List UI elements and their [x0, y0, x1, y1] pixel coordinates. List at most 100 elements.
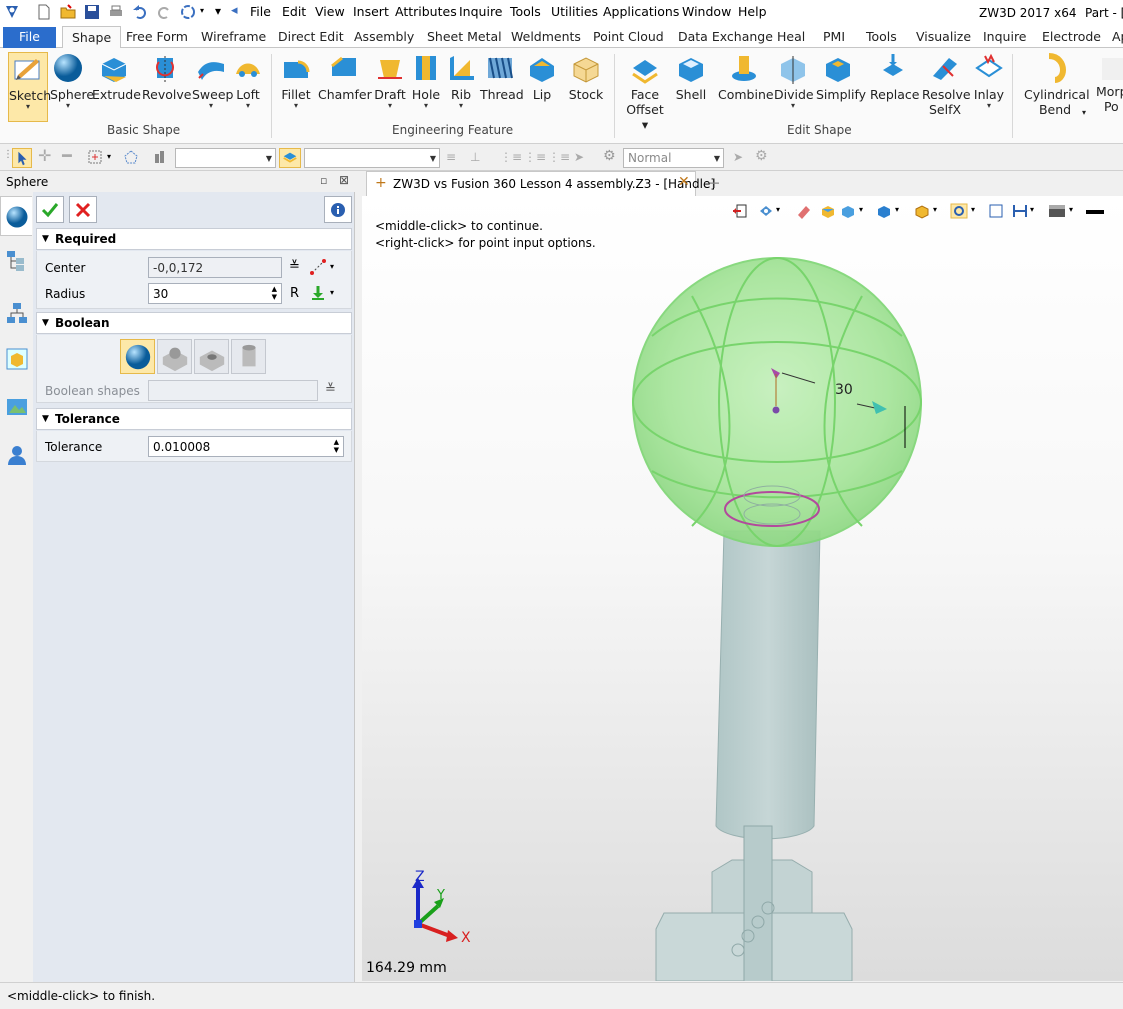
tab-assembly[interactable]: Assembly — [354, 29, 414, 44]
pick-select-icon[interactable] — [12, 148, 32, 168]
boolean-shapes-field[interactable] — [148, 380, 318, 401]
revolve-button[interactable]: Revolve — [142, 52, 191, 102]
filter-combo[interactable]: ▼ — [175, 148, 276, 168]
document-tab[interactable]: + ZW3D vs Fusion 360 Lesson 4 assembly.Z… — [366, 171, 715, 196]
tab-free-form[interactable]: Free Form — [126, 29, 188, 44]
resource-icon[interactable] — [6, 396, 28, 418]
polygon-select-icon[interactable] — [124, 150, 138, 164]
handle-rod[interactable] — [715, 530, 821, 840]
resolve-selfx-button[interactable]: Resolve SelfX — [922, 52, 971, 117]
tab-shape[interactable]: Shape — [62, 26, 122, 49]
face-offset-button[interactable]: Face Offset ▾ — [622, 52, 668, 132]
tab-ap[interactable]: Ap — [1112, 29, 1123, 44]
sketch-button[interactable]: Sketch ▾ — [8, 52, 51, 122]
tab-visualize[interactable]: Visualize — [916, 29, 971, 44]
center-field[interactable]: -0,0,172 — [148, 257, 282, 278]
hole-button[interactable]: Hole ▾ — [410, 52, 442, 110]
tab-wireframe[interactable]: Wireframe — [201, 29, 266, 44]
tolerance-spinner-icon[interactable]: ▲ ▼ — [334, 438, 339, 454]
boolean-shapes-expand-icon[interactable]: ≚ — [325, 382, 336, 397]
graphics-viewport[interactable]: ▾ ▾ ▾ ▾ ▾ ▾ ▾ <middle-click> to continue… — [362, 196, 1123, 981]
align-icon-2[interactable]: ⋮≡ — [524, 150, 546, 164]
tab-weldments[interactable]: Weldments — [511, 29, 581, 44]
tolerance-field[interactable]: 0.010008 ▲ ▼ — [148, 436, 344, 457]
loft-button[interactable]: Loft ▾ — [231, 52, 265, 110]
cylindrical-bend-button[interactable]: Cylindrical Bend ▾ — [1024, 52, 1090, 117]
menu-insert[interactable]: Insert — [353, 4, 389, 19]
sphere-preview[interactable] — [632, 257, 922, 547]
toolbar-disabled-icon-2[interactable]: ⊥ — [470, 150, 484, 164]
tab-inquire[interactable]: Inquire — [983, 29, 1027, 44]
chamfer-button[interactable]: Chamfer — [318, 52, 372, 102]
tab-direct-edit[interactable]: Direct Edit — [278, 29, 344, 44]
menu-inquire[interactable]: Inquire — [459, 4, 503, 19]
radius-field[interactable]: 30 ▲ ▼ — [148, 283, 282, 304]
tab-pmi[interactable]: PMI — [823, 29, 845, 44]
boolean-add-button[interactable] — [157, 339, 192, 374]
shape-filter-combo[interactable]: ▼ — [304, 148, 440, 168]
boolean-remove-button[interactable] — [194, 339, 229, 374]
tab-feature-panel[interactable] — [0, 196, 32, 236]
open-folder-icon[interactable] — [60, 4, 76, 20]
select-mode-dropdown-icon[interactable]: ▾ — [107, 152, 111, 161]
handle-base[interactable] — [655, 825, 853, 981]
lip-button[interactable]: Lip — [526, 52, 558, 102]
quick-access-dropdown-icon[interactable]: ▾ — [200, 6, 204, 15]
menu-edit[interactable]: Edit — [282, 4, 306, 19]
center-expand-icon[interactable]: ≚ — [289, 259, 300, 274]
tab-close-icon[interactable]: ✕ — [678, 174, 690, 190]
tab-file[interactable]: File — [3, 27, 56, 48]
boolean-intersect-button[interactable] — [231, 339, 266, 374]
add-filter-icon[interactable]: ✛ — [38, 146, 52, 165]
filter-icon[interactable] — [154, 150, 168, 164]
info-button[interactable] — [324, 196, 352, 223]
point-input-dropdown-icon[interactable]: ▾ — [330, 262, 334, 271]
refresh-icon[interactable] — [180, 4, 196, 20]
radius-reference-label[interactable]: R — [290, 286, 299, 301]
align-icon-3[interactable]: ⋮≡ — [548, 150, 570, 164]
tab-electrode[interactable]: Electrode — [1042, 29, 1101, 44]
customize-quick-access-icon[interactable]: ▾ — [215, 4, 221, 18]
undo-icon[interactable] — [132, 4, 148, 20]
fillet-button[interactable]: Fillet ▾ — [278, 52, 314, 110]
point-input-icon[interactable] — [310, 259, 326, 275]
section-boolean[interactable]: ▼ Boolean — [36, 312, 352, 334]
combine-button[interactable]: Combine — [718, 52, 774, 102]
radius-spinner-icon[interactable]: ▲ ▼ — [272, 285, 277, 301]
section-required[interactable]: ▼ Required — [36, 228, 352, 250]
toolbar-disabled-icon-1[interactable]: ≡ — [446, 150, 460, 164]
menu-view[interactable]: View — [315, 4, 345, 19]
morph-button[interactable]: Morp Po — [1096, 52, 1123, 114]
box-select-icon[interactable] — [88, 150, 102, 164]
pick-point-icon[interactable]: ➤ — [733, 150, 747, 164]
remove-filter-icon[interactable]: ━ — [62, 146, 76, 165]
radius-dimension-label[interactable]: 30 — [835, 382, 853, 398]
shape-filter-icon[interactable] — [279, 148, 301, 168]
tab-data-exchange[interactable]: Data Exchange — [678, 29, 773, 44]
menu-file[interactable]: File — [250, 4, 271, 19]
panel-close-icon[interactable]: ⊠ — [339, 173, 349, 187]
divide-button[interactable]: Divide ▾ — [774, 52, 814, 110]
render-mode-icon[interactable]: ⚙ — [603, 148, 617, 164]
measure-dropdown-icon[interactable]: ▾ — [330, 288, 334, 297]
save-icon[interactable] — [84, 4, 100, 20]
tab-point-cloud[interactable]: Point Cloud — [593, 29, 664, 44]
section-tolerance[interactable]: ▼ Tolerance — [36, 408, 352, 430]
inlay-button[interactable]: Inlay ▾ — [972, 52, 1006, 110]
sphere-button[interactable]: Sphere ▾ — [50, 52, 94, 110]
shell-button[interactable]: Shell — [674, 52, 708, 102]
tab-sheet-metal[interactable]: Sheet Metal — [427, 29, 502, 44]
menu-attributes[interactable]: Attributes — [395, 4, 457, 19]
align-icon-1[interactable]: ⋮≡ — [500, 150, 522, 164]
menu-window[interactable]: Window — [682, 4, 731, 19]
menu-help[interactable]: Help — [738, 4, 767, 19]
user-role-icon[interactable] — [6, 444, 28, 466]
sweep-button[interactable]: Sweep ▾ — [192, 52, 233, 110]
extrude-button[interactable]: Extrude — [92, 52, 141, 102]
model-scene[interactable] — [362, 196, 1123, 981]
cancel-button[interactable] — [69, 196, 97, 223]
redo-icon[interactable] — [156, 4, 172, 20]
view-manager-icon[interactable] — [6, 348, 28, 370]
stock-button[interactable]: Stock — [566, 52, 606, 102]
history-tree-icon[interactable] — [6, 250, 28, 272]
